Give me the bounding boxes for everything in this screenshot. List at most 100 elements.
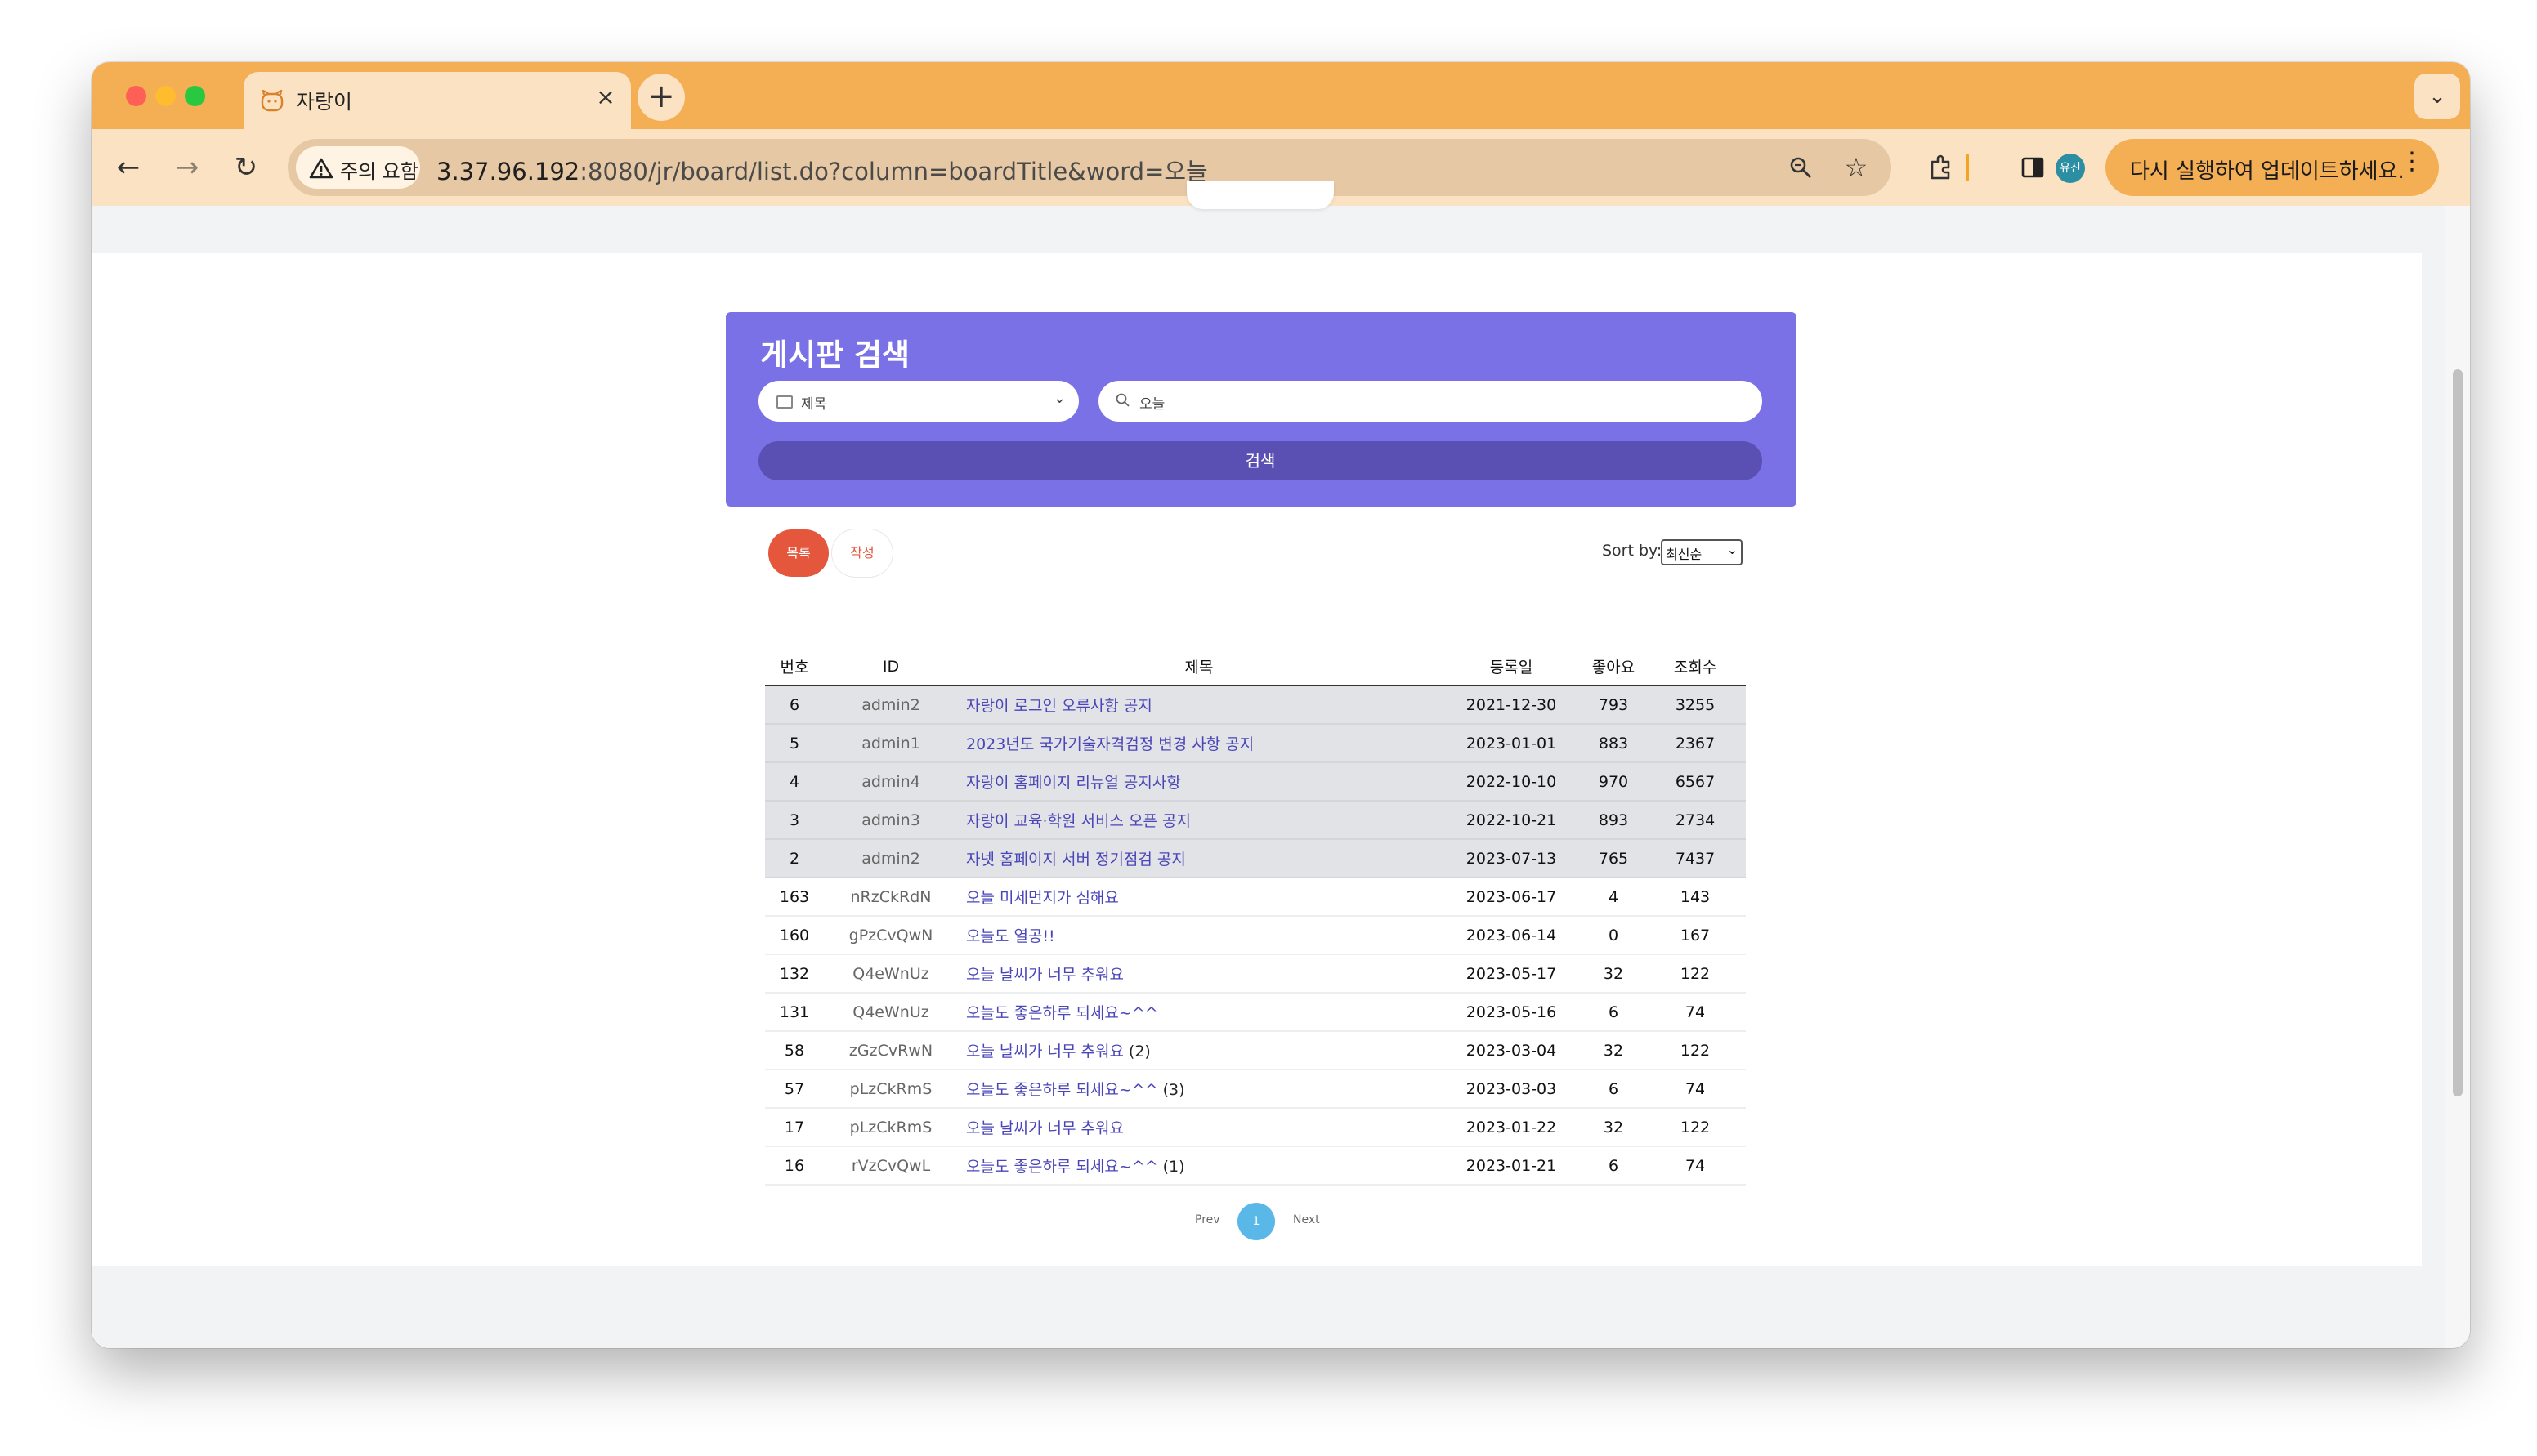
cell-no: 4: [765, 762, 824, 802]
cell-title: 오늘 날씨가 너무 추워요 (2): [958, 1031, 1440, 1070]
notice-row[interactable]: 6 admin2 자랑이 로그인 오류사항 공지 2021-12-30 793 3255: [765, 686, 1746, 725]
warning-triangle-icon: [309, 158, 333, 179]
page-1-button[interactable]: 1: [1237, 1203, 1275, 1240]
post-title-link[interactable]: 오늘 날씨가 너무 추워요: [966, 966, 1124, 984]
cell-date: 2023-03-03: [1440, 1070, 1582, 1109]
search-keyword-input[interactable]: 오늘: [1098, 381, 1762, 422]
cell-views: 74: [1644, 1070, 1746, 1109]
window-minimize-button[interactable]: [155, 86, 176, 106]
cell-date: 2023-05-16: [1440, 993, 1582, 1032]
zoom-magnifier-icon[interactable]: [1783, 150, 1818, 185]
sort-select[interactable]: 최신순 ⌄: [1661, 539, 1743, 565]
cell-no: 131: [765, 993, 824, 1032]
security-warning-label: 주의 요함: [340, 160, 418, 183]
search-button[interactable]: 검색: [758, 441, 1762, 480]
cell-id: pLzCkRmS: [824, 1070, 958, 1109]
cell-id: admin1: [824, 724, 958, 763]
cell-no: 5: [765, 724, 824, 763]
table-row[interactable]: 17 pLzCkRmS 오늘 날씨가 너무 추워요 2023-01-22 32 122: [765, 1108, 1746, 1147]
window-close-button[interactable]: [126, 86, 146, 106]
table-row[interactable]: 131 Q4eWnUz 오늘도 좋은하루 되세요~^^ 2023-05-16 6 74: [765, 993, 1746, 1032]
notice-row[interactable]: 4 admin4 자랑이 홈페이지 리뉴얼 공지사항 2022-10-10 970 656…: [765, 762, 1746, 802]
cell-id: gPzCvQwN: [824, 916, 958, 955]
cell-date: 2022-10-21: [1440, 801, 1582, 840]
cell-no: 163: [765, 878, 824, 917]
comment-count: (1): [1162, 1158, 1185, 1176]
cell-title: 오늘도 열공!!: [958, 916, 1440, 955]
extensions-puzzle-icon[interactable]: [1921, 147, 1962, 188]
post-title-link[interactable]: 오늘도 열공!!: [966, 927, 1055, 945]
kebab-menu-icon[interactable]: ⋮: [2400, 147, 2424, 176]
side-panel-icon[interactable]: [2012, 147, 2053, 188]
table-row[interactable]: 16 rVzCvQwL 오늘도 좋은하루 되세요~^^ (1) 2023-01-21 6 7…: [765, 1146, 1746, 1186]
address-bar[interactable]: 주의 요함 3.37.96.192:8080/jr/board/list.do?…: [288, 139, 1891, 196]
cell-likes: 883: [1582, 724, 1644, 763]
table-row[interactable]: 163 nRzCkRdN 오늘 미세먼지가 심해요 2023-06-17 4 143: [765, 878, 1746, 917]
tab-close-icon[interactable]: ×: [592, 83, 620, 111]
search-column-select[interactable]: 제목 ⌄: [758, 381, 1079, 422]
tab-strip: 자랑이 × + ⌄: [92, 62, 2470, 129]
list-button[interactable]: 목록: [768, 529, 829, 577]
post-title-link[interactable]: 자랑이 홈페이지 리뉴얼 공지사항: [966, 774, 1181, 792]
post-title-link[interactable]: 오늘 날씨가 너무 추워요: [966, 1119, 1124, 1137]
chevron-down-icon: ⌄: [1726, 542, 1738, 557]
table-row[interactable]: 57 pLzCkRmS 오늘도 좋은하루 되세요~^^ (3) 2023-03-03 6 7…: [765, 1070, 1746, 1109]
cell-likes: 32: [1582, 1031, 1644, 1070]
profile-avatar[interactable]: 유진: [2056, 154, 2085, 183]
back-arrow-icon[interactable]: ←: [108, 147, 149, 188]
cell-date: 2023-06-17: [1440, 878, 1582, 917]
post-title-link[interactable]: 오늘 날씨가 너무 추워요: [966, 1043, 1124, 1061]
table-row[interactable]: 160 gPzCvQwN 오늘도 열공!! 2023-06-14 0 167: [765, 916, 1746, 955]
post-title-link[interactable]: 오늘도 좋은하루 되세요~^^: [966, 1158, 1158, 1176]
new-tab-button[interactable]: +: [638, 74, 685, 121]
cell-title: 자랑이 교육·학원 서비스 오픈 공지: [958, 801, 1440, 840]
cell-date: 2023-01-01: [1440, 724, 1582, 763]
cell-id: admin3: [824, 801, 958, 840]
cell-no: 160: [765, 916, 824, 955]
cell-likes: 6: [1582, 1146, 1644, 1186]
cell-title: 오늘 날씨가 너무 추워요: [958, 954, 1440, 994]
cell-title: 자랑이 로그인 오류사항 공지: [958, 686, 1440, 725]
window-maximize-button[interactable]: [185, 86, 205, 106]
browser-tab-active[interactable]: 자랑이 ×: [244, 72, 631, 129]
cell-id: admin2: [824, 686, 958, 725]
url-text[interactable]: 3.37.96.192:8080/jr/board/list.do?column…: [436, 153, 1208, 187]
post-title-link[interactable]: 오늘도 좋은하루 되세요~^^: [966, 1004, 1158, 1022]
reload-icon[interactable]: ↻: [226, 147, 266, 188]
table-row[interactable]: 58 zGzCvRwN 오늘 날씨가 너무 추워요 (2) 2023-03-04 32 12…: [765, 1031, 1746, 1070]
post-title-link[interactable]: 오늘도 좋은하루 되세요~^^: [966, 1081, 1158, 1099]
board-search-card: 게시판 검색 제목 ⌄ 오늘 검색: [726, 312, 1796, 507]
notice-row[interactable]: 3 admin3 자랑이 교육·학원 서비스 오픈 공지 2022-10-21 893 2…: [765, 801, 1746, 840]
post-title-link[interactable]: 2023년도 국가기술자격검정 변경 사항 공지: [966, 735, 1254, 753]
write-button[interactable]: 작성: [832, 529, 893, 577]
cell-views: 6567: [1644, 762, 1746, 802]
tab-title: 자랑이: [296, 90, 353, 114]
notice-row[interactable]: 2 admin2 자넷 홈페이지 서버 정기점검 공지 2023-07-13 765 74…: [765, 839, 1746, 878]
prev-page-link[interactable]: Prev: [1195, 1213, 1220, 1226]
scrollbar-thumb[interactable]: [2453, 369, 2463, 1096]
cell-views: 7437: [1644, 839, 1746, 878]
url-host: 3.37.96.192: [436, 158, 580, 185]
vertical-scrollbar[interactable]: [2445, 206, 2470, 1348]
update-browser-button[interactable]: 다시 실행하여 업데이트하세요. ⋮: [2105, 139, 2439, 196]
cell-views: 74: [1644, 1146, 1746, 1186]
forward-arrow-icon[interactable]: →: [167, 147, 208, 188]
post-title-link[interactable]: 오늘 미세먼지가 심해요: [966, 889, 1119, 907]
post-title-link[interactable]: 자랑이 로그인 오류사항 공지: [966, 697, 1152, 715]
post-title-link[interactable]: 자랑이 교육·학원 서비스 오픈 공지: [966, 812, 1191, 830]
security-warning-chip[interactable]: 주의 요함: [296, 146, 420, 189]
cell-views: 122: [1644, 954, 1746, 994]
cell-likes: 893: [1582, 801, 1644, 840]
header-id: ID: [824, 648, 958, 686]
notice-row[interactable]: 5 admin1 2023년도 국가기술자격검정 변경 사항 공지 2023-01-0…: [765, 724, 1746, 763]
cell-id: rVzCvQwL: [824, 1146, 958, 1186]
cell-no: 57: [765, 1070, 824, 1109]
bookmark-star-icon[interactable]: ☆: [1839, 150, 1873, 185]
pagination: Prev 1 Next: [92, 1201, 2422, 1242]
next-page-link[interactable]: Next: [1293, 1213, 1320, 1226]
post-title-link[interactable]: 자넷 홈페이지 서버 정기점검 공지: [966, 851, 1186, 869]
table-row[interactable]: 132 Q4eWnUz 오늘 날씨가 너무 추워요 2023-05-17 32 122: [765, 954, 1746, 994]
page-footer-strip: [92, 1266, 2422, 1348]
cell-id: Q4eWnUz: [824, 954, 958, 994]
tab-search-chevron-icon[interactable]: ⌄: [2414, 74, 2460, 119]
